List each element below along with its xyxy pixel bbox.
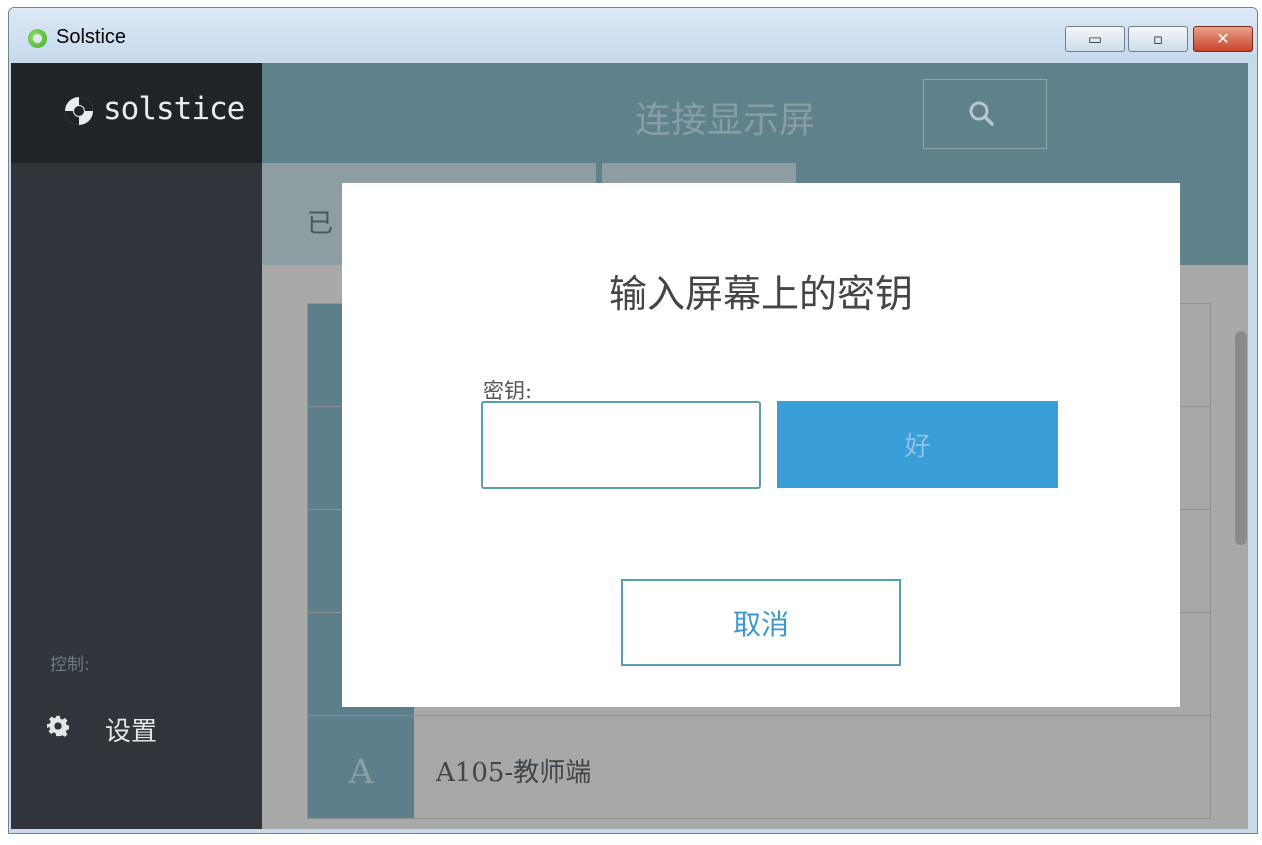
minimize-button[interactable]: ▭ <box>1065 26 1125 52</box>
window-title: Solstice <box>56 26 127 48</box>
row-letter: A <box>348 752 374 792</box>
ok-button[interactable]: 好 <box>777 401 1058 488</box>
settings-label: 设置 <box>105 717 158 747</box>
dialog-title: 输入屏幕上的密钥 <box>608 272 913 316</box>
search-button[interactable] <box>923 79 1047 149</box>
title-bar[interactable]: Solstice ▭ ▫ ✕ <box>9 8 1257 62</box>
search-icon <box>969 101 994 126</box>
key-dialog: 输入屏幕上的密钥 密钥: 好 取消 <box>342 183 1180 707</box>
close-button[interactable]: ✕ <box>1193 26 1253 52</box>
maximize-button[interactable]: ▫ <box>1128 26 1188 52</box>
scrollbar-thumb[interactable] <box>1235 331 1247 545</box>
close-icon: ✕ <box>1216 29 1230 48</box>
list-item[interactable]: A A105-教师端 <box>308 716 1210 819</box>
tab-label: 已 <box>307 209 334 239</box>
control-section-label: 控制: <box>50 655 90 675</box>
maximize-icon: ▫ <box>1152 30 1164 48</box>
app-icon <box>28 29 47 48</box>
sidebar: solstice 控制: 设置 <box>11 63 262 829</box>
row-name: A105-教师端 <box>436 758 592 788</box>
app-window: Solstice ▭ ▫ ✕ solstice 控制: 设置 连接显示屏 已 A… <box>8 7 1258 834</box>
minimize-icon: ▭ <box>1087 30 1103 48</box>
app-client-area: solstice 控制: 设置 连接显示屏 已 A A105-教师端 输入屏幕上… <box>11 63 1248 829</box>
page-title: 连接显示屏 <box>635 100 816 141</box>
solstice-logo-icon <box>65 97 93 125</box>
key-input[interactable] <box>481 401 761 489</box>
cancel-button[interactable]: 取消 <box>621 579 901 666</box>
logo-text: solstice <box>103 91 245 127</box>
settings-button[interactable]: 设置 <box>47 711 237 751</box>
logo-bar: solstice <box>11 63 262 163</box>
gear-icon <box>47 715 69 737</box>
